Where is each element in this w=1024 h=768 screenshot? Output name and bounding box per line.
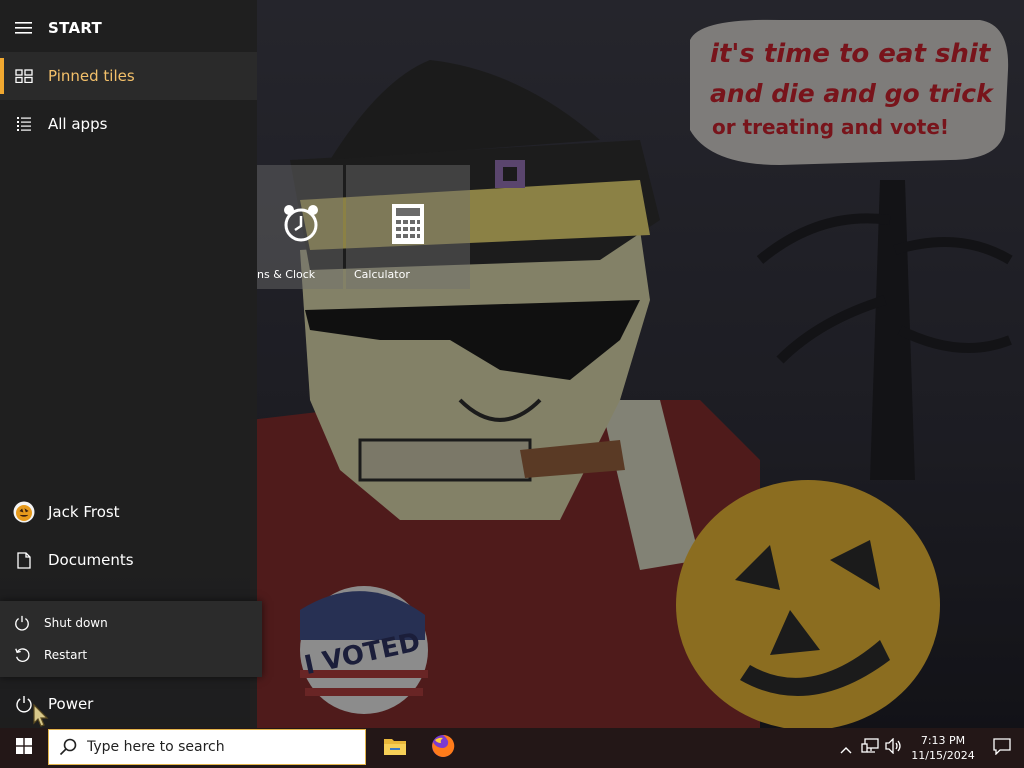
nav-all-apps[interactable]: All apps (0, 100, 257, 148)
search-icon (49, 738, 87, 756)
user-name: Jack Frost (48, 503, 120, 521)
alarm-clock-icon (281, 203, 321, 247)
tiles-icon (0, 69, 48, 83)
calculator-icon (391, 203, 425, 249)
network-icon (861, 738, 879, 758)
shut-down-label: Shut down (44, 616, 108, 630)
mouse-cursor (32, 703, 50, 733)
folder-icon (383, 736, 407, 760)
clock-date: 11/15/2024 (911, 749, 975, 762)
power-options-flyout: Shut down Restart (0, 601, 262, 677)
shut-down-option[interactable]: Shut down (0, 607, 262, 639)
firefox-icon (431, 734, 455, 762)
restart-icon (0, 647, 44, 663)
nav-item-label: Pinned tiles (48, 67, 135, 85)
restart-option[interactable]: Restart (0, 639, 262, 671)
documents-button[interactable]: Documents (0, 536, 257, 584)
taskbar: 7:13 PM 11/15/2024 (0, 728, 1024, 768)
restart-label: Restart (44, 648, 88, 662)
tile-alarms-clock[interactable]: ns & Clock (257, 165, 343, 289)
search-input[interactable] (87, 739, 357, 755)
system-tray: 7:13 PM 11/15/2024 (834, 728, 1024, 768)
notification-icon (993, 737, 1011, 759)
action-center-button[interactable] (980, 728, 1024, 768)
document-icon (0, 551, 48, 569)
hamburger-icon (0, 21, 48, 35)
tile-calculator[interactable]: Calculator (346, 165, 470, 289)
power-icon (0, 615, 44, 631)
volume-button[interactable] (882, 728, 906, 768)
taskbar-file-explorer[interactable] (371, 728, 419, 768)
speaker-icon (885, 737, 903, 758)
list-icon (0, 116, 48, 132)
nav-item-label: All apps (48, 115, 108, 133)
tile-label: Calculator (354, 268, 410, 281)
start-menu-title: START (48, 19, 103, 37)
power-label: Power (48, 695, 94, 713)
start-menu-header-button[interactable]: START (0, 4, 257, 52)
show-hidden-icons-button[interactable] (834, 728, 858, 768)
user-avatar-icon (0, 501, 48, 523)
taskbar-clock[interactable]: 7:13 PM 11/15/2024 (906, 728, 980, 768)
clock-time: 7:13 PM (920, 734, 966, 747)
taskbar-search-box[interactable] (48, 729, 366, 765)
tile-label: ns & Clock (257, 268, 316, 281)
active-indicator (0, 58, 4, 94)
chevron-up-icon (840, 739, 852, 758)
network-status-button[interactable] (858, 728, 882, 768)
start-button[interactable] (0, 728, 48, 768)
documents-label: Documents (48, 551, 134, 569)
windows-logo-icon (16, 738, 32, 758)
user-account-button[interactable]: Jack Frost (0, 488, 257, 536)
nav-pinned-tiles[interactable]: Pinned tiles (0, 52, 257, 100)
taskbar-firefox[interactable] (419, 728, 467, 768)
